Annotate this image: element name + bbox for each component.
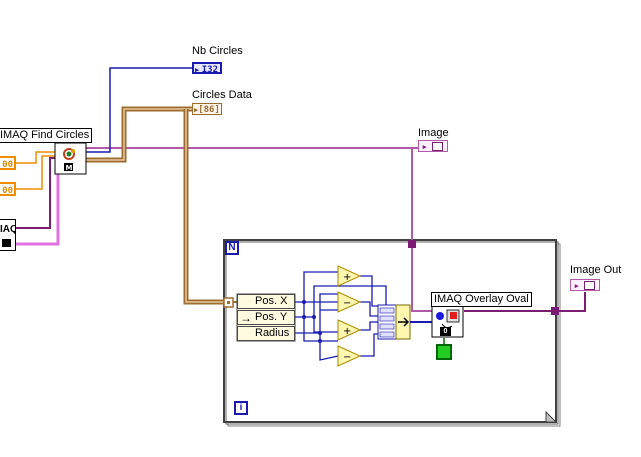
loop-count-terminal[interactable]: N <box>225 241 239 255</box>
nb-circles-label: Nb Circles <box>192 45 243 57</box>
unbundle-arrow-icon: → <box>240 311 252 325</box>
image-out-label: Image Out <box>570 264 622 276</box>
left-partial-node-label: IAQ <box>0 224 15 235</box>
build-array-node[interactable] <box>395 304 411 340</box>
circles-data-indicator[interactable]: ▶ [86] <box>192 103 222 115</box>
bundle-node[interactable] <box>377 304 397 340</box>
svg-text:−: − <box>343 298 351 309</box>
loop-tunnel-image-out[interactable] <box>551 307 559 315</box>
image-icon <box>432 142 444 151</box>
svg-text:−: − <box>343 352 351 363</box>
left-control-2[interactable]: 00 <box>0 182 16 196</box>
svg-text:M: M <box>66 164 73 172</box>
svg-text:+: + <box>343 272 351 283</box>
loop-tunnel-image-in[interactable] <box>408 240 416 248</box>
overlay-oval-label: IMAQ Overlay Oval <box>431 292 532 307</box>
circles-data-wire[interactable] <box>86 106 238 305</box>
left-partial-node-badge <box>2 239 11 247</box>
indicator-arrow-icon: ▶ <box>574 282 579 290</box>
image-indicator[interactable]: ▶ <box>418 140 448 152</box>
wires-layer: + − + − M <box>16 67 586 427</box>
nb-circles-type: I32 <box>201 65 218 75</box>
find-circles-node[interactable]: M <box>54 142 87 175</box>
color-constant[interactable] <box>436 344 452 360</box>
indicator-arrow-icon: ▶ <box>422 143 427 151</box>
block-diagram: + − + − M Nb Circles Circles Data Image … <box>0 0 641 457</box>
svg-text:+: + <box>343 326 351 337</box>
circles-data-type: [86] <box>198 105 220 115</box>
overlay-index-constant: 0 <box>443 328 448 335</box>
nb-circles-indicator[interactable]: ▶ I32 <box>192 62 222 75</box>
unbundle-field-pos-x[interactable]: Pos. X <box>237 294 295 309</box>
circles-data-label: Circles Data <box>192 89 252 101</box>
find-circles-label: IMAQ Find Circles <box>0 128 93 143</box>
loop-iteration-terminal[interactable]: i <box>234 401 248 415</box>
left-partial-node[interactable]: IAQ <box>0 219 16 251</box>
image-label: Image <box>418 127 449 139</box>
image-out-indicator[interactable]: ▶ <box>570 279 600 291</box>
unbundle-field-radius[interactable]: Radius <box>237 326 295 341</box>
left-control-1[interactable]: 00 <box>0 156 16 170</box>
image-icon <box>584 281 596 290</box>
indicator-arrow-icon: ▶ <box>195 66 200 74</box>
